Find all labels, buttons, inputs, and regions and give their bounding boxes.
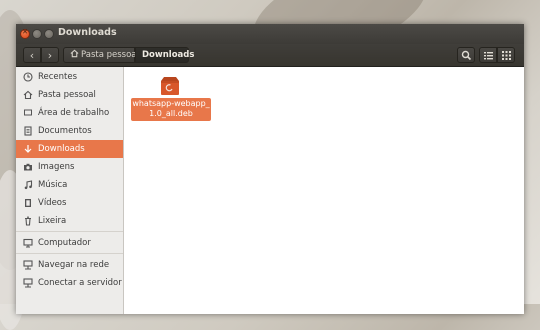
sidebar-item-pasta-pessoal[interactable]: Pasta pessoal bbox=[16, 86, 123, 104]
document-icon bbox=[24, 126, 32, 136]
sidebar-item-area-de-trabalho[interactable]: Área de trabalho bbox=[16, 104, 123, 122]
chevron-right-icon: › bbox=[47, 49, 53, 62]
sidebar-item-downloads[interactable]: Downloads bbox=[16, 140, 123, 158]
sidebar-item-label: Computador bbox=[38, 238, 91, 248]
file-item[interactable]: whatsapp-webapp_ 1.0_all.deb bbox=[131, 73, 211, 121]
sidebar-item-imagens[interactable]: Imagens bbox=[16, 158, 123, 176]
window-title: Downloads bbox=[58, 27, 117, 38]
sidebar-item-label: Downloads bbox=[38, 144, 85, 154]
back-button[interactable]: ‹ bbox=[23, 47, 41, 63]
sidebar-item-label: Navegar na rede bbox=[38, 260, 110, 270]
file-name: whatsapp-webapp_ 1.0_all.deb bbox=[131, 98, 211, 121]
sidebar-item-label: Imagens bbox=[38, 162, 75, 172]
sidebar-item-label: Área de trabalho bbox=[38, 108, 110, 118]
list-view-icon bbox=[484, 52, 493, 60]
sidebar-item-conectar-a-servidor[interactable]: Conectar a servidor bbox=[16, 274, 123, 292]
sidebar-item-label: Vídeos bbox=[38, 198, 67, 208]
sidebar-item-navegar-na-rede[interactable]: Navegar na rede bbox=[16, 256, 123, 274]
file-name-line1: whatsapp-webapp_ bbox=[132, 99, 210, 108]
sidebar-item-computador[interactable]: Computador bbox=[16, 234, 123, 252]
list-view-button[interactable] bbox=[479, 47, 497, 63]
breadcrumb-current-label: Downloads bbox=[142, 50, 195, 60]
home-icon bbox=[70, 49, 79, 58]
breadcrumb-home[interactable]: Pasta pessoal bbox=[63, 47, 139, 63]
debian-package-icon bbox=[161, 77, 179, 95]
chevron-left-icon: ‹ bbox=[29, 49, 35, 62]
search-button[interactable] bbox=[457, 47, 475, 63]
sidebar-item-musica[interactable]: Música bbox=[16, 176, 123, 194]
maximize-button[interactable] bbox=[44, 29, 54, 39]
file-name-line2: 1.0_all.deb bbox=[149, 109, 193, 118]
sidebar-item-label: Conectar a servidor bbox=[38, 278, 122, 288]
file-manager-window: ✕ Downloads ‹ › Pasta pessoal Downloads bbox=[16, 24, 524, 314]
file-view[interactable]: whatsapp-webapp_ 1.0_all.deb bbox=[124, 67, 524, 314]
camera-icon bbox=[24, 163, 32, 171]
trash-icon bbox=[25, 216, 31, 226]
sidebar-separator bbox=[16, 231, 123, 232]
download-icon bbox=[24, 145, 32, 153]
grid-view-icon bbox=[502, 51, 511, 60]
sidebar-item-videos[interactable]: Vídeos bbox=[16, 194, 123, 212]
breadcrumb-home-label: Pasta pessoal bbox=[81, 50, 139, 60]
sidebar-item-label: Lixeira bbox=[38, 216, 67, 226]
server-icon bbox=[23, 278, 33, 288]
close-button[interactable]: ✕ bbox=[20, 28, 30, 39]
clock-icon bbox=[23, 72, 33, 82]
sidebar-item-label: Documentos bbox=[38, 126, 92, 136]
sidebar-item-label: Pasta pessoal bbox=[38, 90, 96, 100]
minimize-button[interactable] bbox=[32, 29, 42, 39]
sidebar: Recentes Pasta pessoal Área de trabalho … bbox=[16, 67, 124, 314]
grid-view-button[interactable] bbox=[497, 47, 515, 63]
sidebar-item-label: Recentes bbox=[38, 72, 78, 82]
computer-icon bbox=[23, 238, 33, 248]
music-icon bbox=[24, 180, 33, 190]
film-icon bbox=[25, 199, 31, 207]
desktop-icon bbox=[24, 109, 32, 116]
sidebar-item-lixeira[interactable]: Lixeira bbox=[16, 212, 123, 230]
home-icon bbox=[23, 90, 33, 100]
forward-button[interactable]: › bbox=[41, 47, 59, 63]
titlebar[interactable]: ✕ Downloads bbox=[16, 24, 524, 44]
network-icon bbox=[23, 260, 33, 270]
close-icon: ✕ bbox=[22, 28, 28, 36]
breadcrumb-current[interactable]: Downloads bbox=[135, 47, 194, 63]
search-icon bbox=[461, 50, 472, 61]
sidebar-item-recentes[interactable]: Recentes bbox=[16, 68, 123, 86]
sidebar-item-documentos[interactable]: Documentos bbox=[16, 122, 123, 140]
sidebar-separator bbox=[16, 253, 123, 254]
toolbar: ‹ › Pasta pessoal Downloads bbox=[16, 44, 524, 67]
sidebar-item-label: Música bbox=[38, 180, 68, 190]
